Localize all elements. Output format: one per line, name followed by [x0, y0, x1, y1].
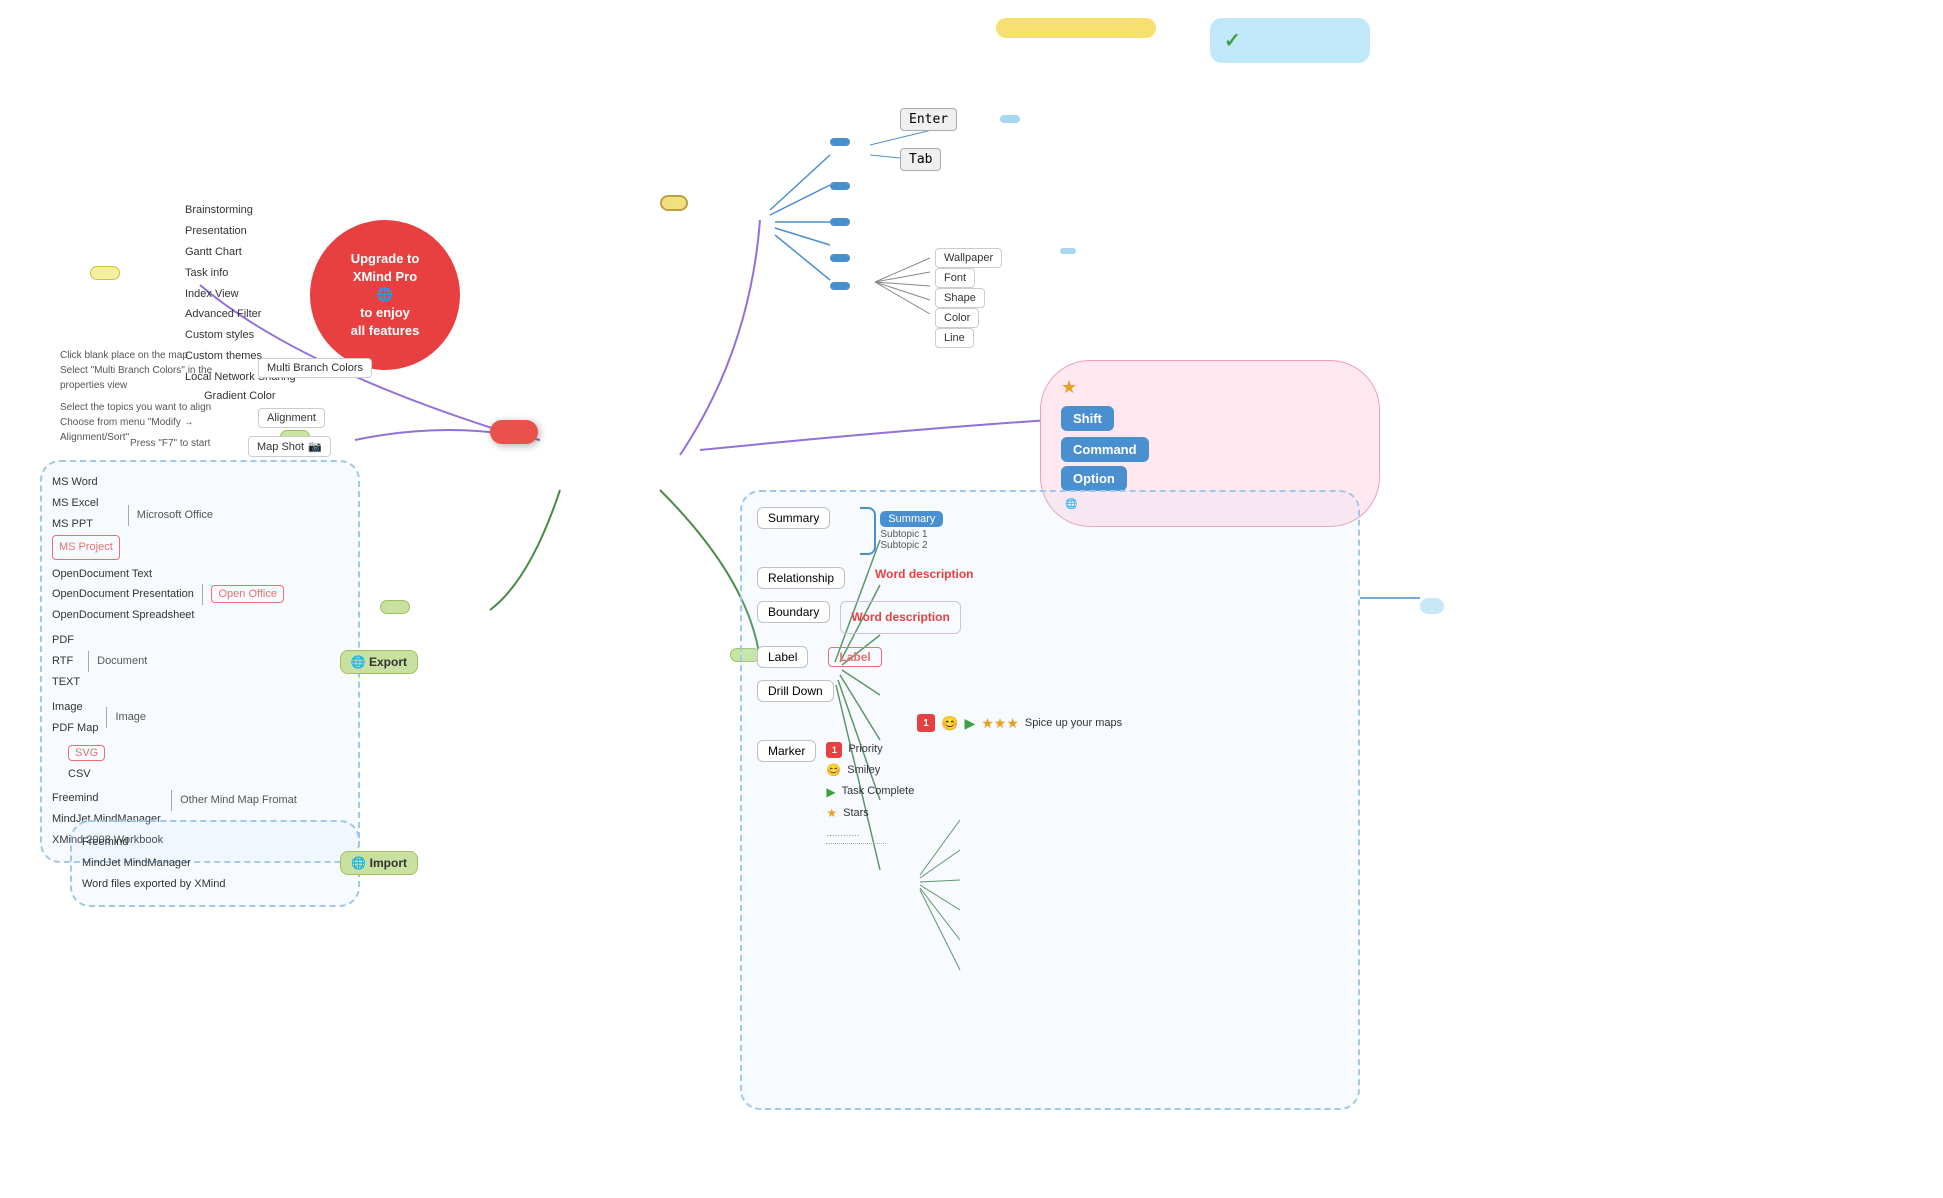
relationship-label-box: Relationship — [757, 567, 845, 589]
priority-marker-icon: 1 — [826, 742, 842, 758]
item-gantt: Gantt Chart — [185, 242, 296, 263]
stars-marker-label: Stars — [843, 804, 869, 824]
item-filter: Advanced Filter — [185, 304, 296, 325]
beautify-props-view — [896, 282, 904, 286]
task-complete-icon: ▶ — [964, 715, 975, 732]
try-keys-text — [1000, 115, 1020, 123]
summary-shape: Summary — [880, 511, 943, 527]
item-customstyles: Custom styles — [185, 325, 296, 346]
item-brainstorming: Brainstorming — [185, 200, 296, 221]
tab-key: Tab — [900, 148, 941, 171]
beautify-color: Color — [935, 308, 979, 328]
beautify-line: Line — [935, 328, 974, 348]
item-taskinfo: Task info — [185, 263, 296, 284]
export-rtf: RTF — [52, 651, 80, 672]
export-image: Image — [52, 697, 98, 718]
input-desc — [896, 182, 904, 186]
import-mindjet: MindJet MindManager — [82, 853, 348, 874]
task-complete-marker-label: Task Complete — [842, 782, 915, 802]
label-label-box: Label — [757, 646, 808, 668]
structure-desc — [896, 254, 904, 258]
mapshot-group: Press "F7" to start — [130, 438, 210, 449]
boundary-word-desc: Word description — [851, 608, 949, 627]
export-freemind: Freemind — [52, 788, 163, 809]
smiley-marker-label: Smiley — [847, 761, 880, 781]
ms-project: MS Project — [52, 535, 120, 560]
summary-label-box: Summary — [757, 507, 830, 529]
export-csv: CSV — [68, 764, 348, 785]
summary-bracket-area: Summary Subtopic 1 Subtopic 2 — [860, 507, 943, 555]
step-2-input — [830, 182, 850, 190]
import-freemind: Freemind — [82, 832, 348, 853]
multi-branch-label: Multi Branch Colors — [258, 358, 372, 378]
smiley-icon: 😊 — [941, 715, 958, 732]
import-box: Freemind MindJet MindManager Word files … — [70, 820, 360, 907]
step-4-structure — [830, 254, 850, 262]
alignment-label: Alignment — [258, 408, 325, 428]
step-3-enrich — [830, 218, 850, 226]
od-pres: OpenDocument Presentation — [52, 584, 194, 605]
upgrade-box[interactable]: Upgrade to XMind Pro 🌐 to enjoy all feat… — [310, 220, 460, 370]
how-to-map-box — [660, 195, 688, 211]
marker-label-box: Marker — [757, 740, 816, 762]
task-complete-marker-icon: ▶ — [826, 782, 835, 804]
item-indexview: Index View — [185, 284, 296, 305]
shift-key: Shift — [1061, 406, 1114, 431]
enter-key: Enter — [900, 108, 957, 131]
callout-blue: ✓ — [1210, 18, 1370, 63]
properties-view-1 — [1060, 248, 1076, 254]
central-node[interactable] — [490, 420, 538, 444]
export-box: MS Word MS Excel MS PPT MS Project Micro… — [40, 460, 360, 863]
beautify-font: Font — [935, 268, 975, 288]
callout-yellow — [996, 18, 1156, 38]
ms-excel: MS Excel — [52, 493, 120, 514]
beautify-shape: Shape — [935, 288, 985, 308]
export-pdfmap: PDF Map — [52, 718, 98, 739]
export-svg: SVG — [68, 745, 105, 761]
beautify-wallpaper: Wallpaper — [935, 248, 1002, 268]
priority-icon: 1 — [917, 714, 935, 732]
step-1-press — [830, 138, 850, 146]
export-pdf: PDF — [52, 630, 80, 651]
import-wordfiles: Word files exported by XMind — [82, 874, 348, 895]
ms-word: MS Word — [52, 472, 120, 493]
od-text: OpenDocument Text — [52, 564, 194, 585]
item-presentation: Presentation — [185, 221, 296, 242]
drilldown-label-box: Drill Down — [757, 680, 834, 702]
import-label: 🌐 Import — [340, 851, 418, 875]
stars-marker-icon: ★ — [826, 803, 837, 825]
export-text: TEXT — [52, 672, 80, 693]
stars-icons: ★★★ — [981, 715, 1019, 732]
multi-branch-group: Click blank place on the map Select "Mul… — [60, 348, 250, 393]
enter-key-area: Enter — [900, 108, 965, 131]
enrich-desc — [896, 218, 904, 222]
command-key: Command — [1061, 437, 1149, 462]
more-markers: ............ — [826, 825, 886, 844]
export-label: 🌐 Export — [340, 650, 418, 674]
basic-toolbox-container: Summary Summary Subtopic 1 Subtopic 2 Re… — [740, 490, 1360, 1110]
word-description-1: Word description — [875, 567, 973, 581]
smiley-marker-icon: 😊 — [826, 760, 841, 782]
priority-marker-label: Priority — [848, 740, 882, 760]
whats-more-node — [90, 266, 120, 280]
step-5-beautify — [830, 282, 850, 290]
import-export-node — [380, 600, 410, 614]
label-example: Label — [828, 647, 881, 667]
tab-key-area: Tab — [900, 148, 949, 171]
boundary-label-box: Boundary — [757, 601, 830, 623]
mapshot-label: Map Shot 📷 — [248, 436, 331, 457]
option-key: Option — [1061, 466, 1127, 491]
toolbar-note — [1420, 598, 1444, 614]
od-spreadsheet: OpenDocument Spreadsheet — [52, 605, 194, 626]
ms-ppt: MS PPT — [52, 514, 120, 535]
